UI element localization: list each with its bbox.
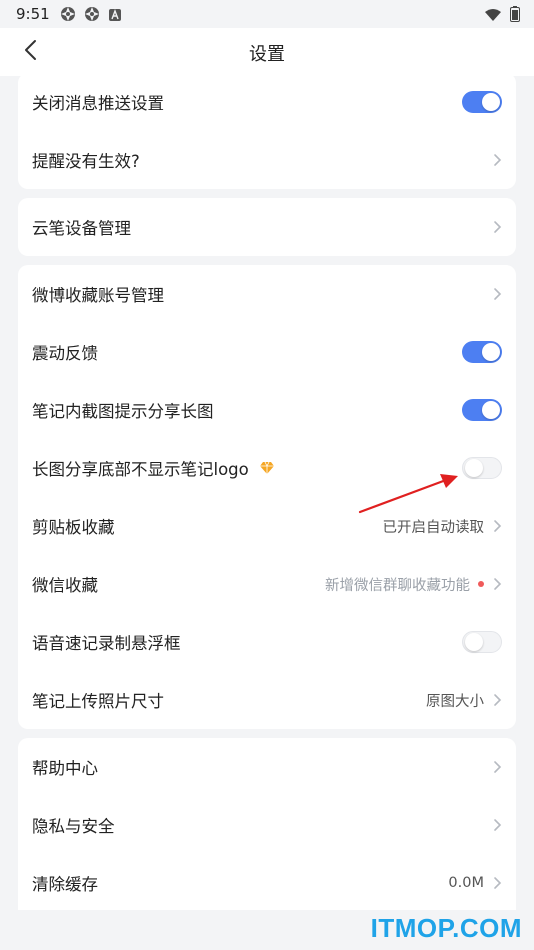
aperture-icon <box>60 6 76 26</box>
setting-row-photo-size[interactable]: 笔记上传照片尺寸 原图大小 <box>18 671 516 729</box>
diamond-icon <box>259 461 275 475</box>
wifi-icon <box>484 7 502 26</box>
setting-row-weibo-account[interactable]: 微博收藏账号管理 <box>18 265 516 323</box>
setting-row-vibration[interactable]: 震动反馈 <box>18 323 516 381</box>
hide-logo-toggle[interactable] <box>462 457 502 479</box>
chevron-right-icon <box>492 693 502 707</box>
setting-row-wechat[interactable]: 微信收藏 新增微信群聊收藏功能 <box>18 555 516 613</box>
chevron-right-icon <box>492 760 502 774</box>
setting-label: 关闭消息推送设置 <box>32 94 164 113</box>
setting-label: 云笔设备管理 <box>32 219 131 238</box>
chevron-right-icon <box>492 577 502 591</box>
setting-row-help-center[interactable]: 帮助中心 <box>18 738 516 796</box>
setting-label: 清除缓存 <box>32 875 98 894</box>
chevron-right-icon <box>492 220 502 234</box>
setting-label: 微信收藏 <box>32 576 98 595</box>
setting-label-text: 长图分享底部不显示笔记logo <box>32 460 249 479</box>
setting-value: 新增微信群聊收藏功能 <box>325 577 470 594</box>
app-header: 设置 <box>0 28 534 76</box>
chevron-right-icon <box>492 876 502 890</box>
setting-label: 笔记上传照片尺寸 <box>32 692 164 711</box>
chevron-right-icon <box>492 519 502 533</box>
setting-value: 原图大小 <box>426 693 484 710</box>
settings-group-support: 帮助中心 隐私与安全 清除缓存 0.0M <box>18 738 516 936</box>
chevron-right-icon <box>492 287 502 301</box>
watermark-logo: ITMOP.COM <box>370 913 522 943</box>
settings-group-pen: 云笔设备管理 <box>18 198 516 256</box>
setting-value: 0.0M <box>448 875 484 891</box>
setting-row-privacy[interactable]: 隐私与安全 <box>18 796 516 854</box>
setting-label: 提醒没有生效? <box>32 152 140 171</box>
chevron-right-icon <box>492 153 502 167</box>
setting-row-reminder-help[interactable]: 提醒没有生效? <box>18 131 516 189</box>
voice-float-toggle[interactable] <box>462 631 502 653</box>
setting-label: 语音速记录制悬浮框 <box>32 634 181 653</box>
setting-row-voice-float[interactable]: 语音速记录制悬浮框 <box>18 613 516 671</box>
setting-label: 剪贴板收藏 <box>32 518 115 537</box>
setting-row-push-off[interactable]: 关闭消息推送设置 <box>18 73 516 131</box>
status-time: 9:51 <box>16 5 50 23</box>
page-title: 设置 <box>249 44 285 65</box>
setting-row-screenshot-share[interactable]: 笔记内截图提示分享长图 <box>18 381 516 439</box>
new-badge-dot <box>478 581 484 587</box>
setting-row-pen-device[interactable]: 云笔设备管理 <box>18 198 516 256</box>
setting-label: 震动反馈 <box>32 344 98 363</box>
screenshot-share-toggle[interactable] <box>462 399 502 421</box>
vibration-toggle[interactable] <box>462 341 502 363</box>
battery-icon <box>510 6 520 26</box>
setting-label: 帮助中心 <box>32 759 98 778</box>
setting-label: 长图分享底部不显示笔记logo <box>32 456 275 480</box>
a-badge-icon <box>108 7 122 26</box>
status-notification-icons <box>60 6 122 26</box>
status-system-icons <box>484 6 520 26</box>
setting-label: 微博收藏账号管理 <box>32 286 164 305</box>
aperture-icon <box>84 6 100 26</box>
settings-group-notifications: 关闭消息推送设置 提醒没有生效? <box>18 73 516 189</box>
annotation-arrow-icon <box>358 474 458 514</box>
setting-row-clear-cache[interactable]: 清除缓存 0.0M <box>18 854 516 912</box>
chevron-right-icon <box>492 818 502 832</box>
status-bar: 9:51 <box>0 0 534 28</box>
setting-label: 隐私与安全 <box>32 817 115 836</box>
setting-label: 笔记内截图提示分享长图 <box>32 402 214 421</box>
push-off-toggle[interactable] <box>462 91 502 113</box>
